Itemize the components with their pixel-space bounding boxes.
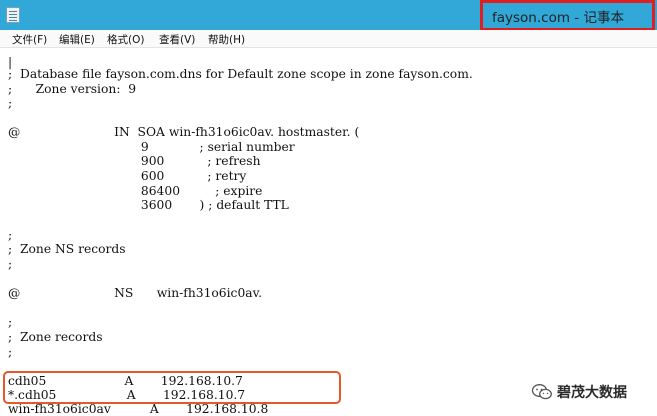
text-line: ; Database file fayson.com.dns for Defau… [8,67,473,81]
wechat-icon [531,384,552,400]
text-line: ; Zone records [8,330,103,344]
title-highlight-box [480,0,655,31]
records-highlight-box [3,371,341,404]
menu-help[interactable]: 帮助(H) [208,32,245,47]
text-line: ; [8,228,13,242]
text-line: @ NS win-fh31o6ic0av. [8,286,262,300]
text-line: 9 ; serial number [8,140,295,154]
watermark: 碧茂大数据 [531,381,627,403]
text-line: 86400 ; expire [8,184,263,198]
menubar: 文件(F) 编辑(E) 格式(O) 查看(V) 帮助(H) [0,30,657,48]
text-line: ; [8,315,13,329]
text-line: @ IN SOA win-fh31o6ic0av. hostmaster. ( [8,125,360,139]
menu-format[interactable]: 格式(O) [107,32,144,47]
watermark-text: 碧茂大数据 [557,385,627,401]
menu-view[interactable]: 查看(V) [159,32,195,47]
text-line: 600 ; retry [8,169,247,183]
menu-file[interactable]: 文件(F) [12,32,47,47]
notepad-icon [6,7,20,23]
text-line: ; [8,257,13,271]
text-line: ; Zone NS records [8,242,126,256]
menu-edit[interactable]: 编辑(E) [59,32,95,47]
text-line: 900 ; refresh [8,154,261,168]
text-line: ; [8,96,13,110]
text-line: ; [8,345,13,359]
text-line: win-fh31o6ic0av A 192.168.10.8 [8,402,269,416]
text-line: 3600 ) ; default TTL [8,198,289,212]
text-line: ; Zone version: 9 [8,82,137,96]
text-editor-area[interactable] [0,48,657,416]
